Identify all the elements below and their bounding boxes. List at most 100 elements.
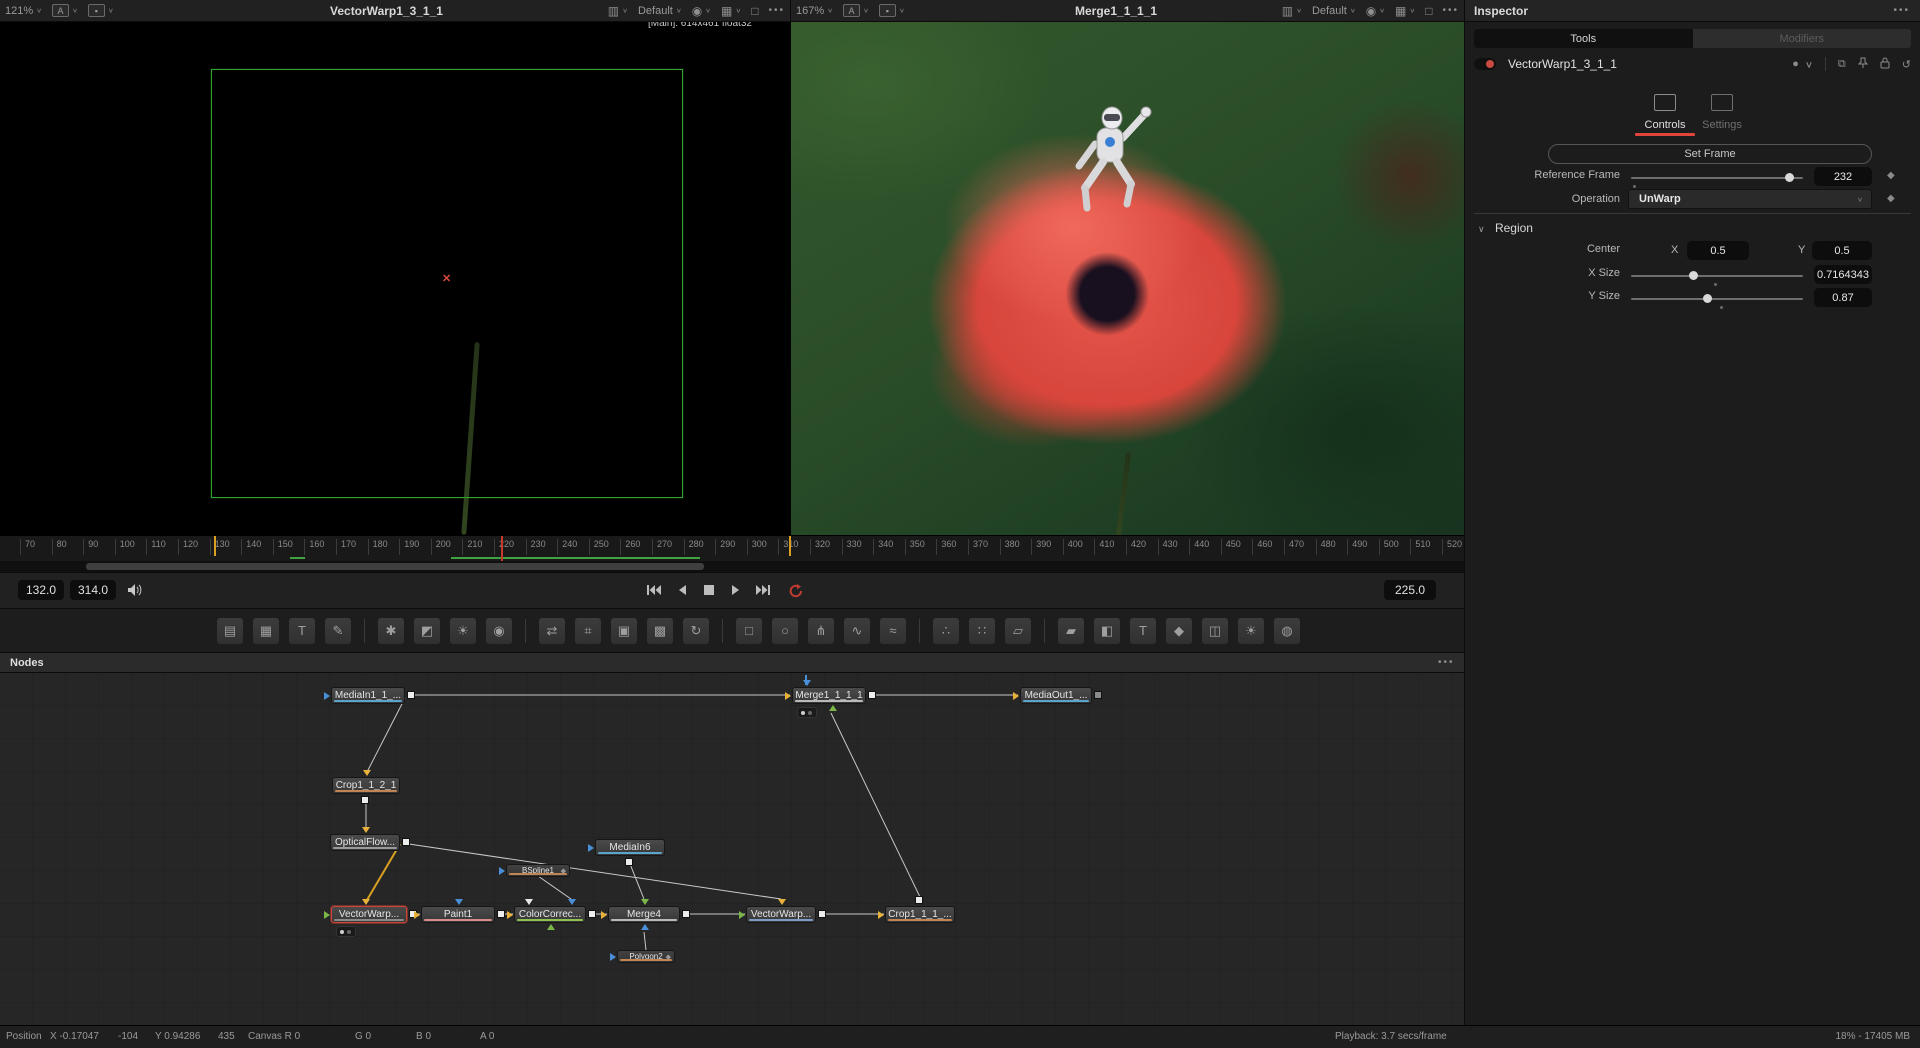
reference-frame-slider[interactable] (1631, 177, 1803, 179)
node[interactable]: Crop1_1_2_1 (332, 777, 400, 794)
output-port[interactable] (868, 691, 876, 699)
node[interactable]: Merge4 (608, 906, 680, 923)
input-port[interactable] (601, 911, 607, 919)
background-icon[interactable]: ▦ (253, 618, 279, 644)
input-port[interactable] (778, 899, 786, 905)
brightness-contrast-icon[interactable]: ☀ (450, 618, 476, 644)
merge-3d-icon[interactable]: ◆ (1166, 618, 1192, 644)
node[interactable]: MediaIn1_1_... (331, 687, 405, 704)
tab-modifiers[interactable]: Modifiers (1693, 29, 1912, 48)
current-frame-value[interactable]: 225.0 (1384, 580, 1436, 600)
media-in-icon[interactable]: ▤ (217, 618, 243, 644)
input-port[interactable] (362, 899, 370, 905)
right-viewer[interactable] (791, 22, 1464, 535)
tracker-icon[interactable]: ∴ (933, 618, 959, 644)
polygon-mask-icon[interactable]: ⋔ (808, 618, 834, 644)
step-back-button[interactable] (672, 581, 692, 599)
input-port[interactable] (641, 924, 649, 930)
node[interactable]: MediaIn6 (595, 839, 665, 856)
reset-icon[interactable]: ↺ (1902, 58, 1911, 71)
transform-icon[interactable]: ⇄ (539, 618, 565, 644)
keyframe-icon[interactable]: ◆ (1887, 170, 1895, 181)
node-graph[interactable]: MediaIn1_1_...Merge1_1_1_1MediaOut1_...C… (0, 672, 1464, 1025)
output-port[interactable] (361, 796, 369, 804)
right-frame-button[interactable]: □ (1425, 5, 1432, 17)
right-split-select[interactable]: ▥ ∨ (1282, 5, 1302, 17)
node[interactable]: BSpline1◆ (506, 864, 570, 877)
left-lut-select[interactable]: Default ∨ (638, 5, 682, 17)
node[interactable]: ColorCorrec... (514, 906, 586, 923)
input-port[interactable] (507, 911, 513, 919)
input-port[interactable] (568, 899, 576, 905)
left-color-controls-select[interactable]: ◉ ∨ (692, 5, 711, 17)
right-zoom-select[interactable]: 167% ∨ (796, 5, 833, 17)
right-channel-select[interactable]: A ∨ (843, 4, 869, 17)
node-enable-toggle[interactable] (1474, 58, 1496, 70)
output-port[interactable] (625, 858, 633, 866)
input-port[interactable] (455, 899, 463, 905)
go-to-end-button[interactable] (753, 581, 773, 599)
region-section-header[interactable]: ∨ Region (1478, 221, 1533, 235)
input-port[interactable] (499, 867, 505, 875)
spotlight-3d-icon[interactable]: ☀ (1238, 618, 1264, 644)
color-gain-icon[interactable]: ◉ (486, 618, 512, 644)
resize-icon[interactable]: ⌗ (575, 618, 601, 644)
node[interactable]: VectorWarp... (331, 906, 407, 923)
input-port[interactable] (641, 899, 649, 905)
loop-icon[interactable]: ↻ (683, 618, 709, 644)
lock-icon[interactable] (1880, 57, 1890, 72)
pin-icon[interactable] (1858, 57, 1868, 72)
left-split-select[interactable]: ▥ ∨ (608, 5, 628, 17)
center-x-value[interactable]: 0.5 (1687, 241, 1749, 260)
input-port[interactable] (785, 692, 791, 700)
loop-playback-button[interactable] (786, 581, 806, 599)
renderer-3d-icon[interactable]: ◍ (1274, 618, 1300, 644)
playhead[interactable] (501, 536, 503, 561)
right-viewer-options-menu[interactable]: ••• (1442, 5, 1459, 16)
bspline-mask-icon[interactable]: ∿ (844, 618, 870, 644)
output-port[interactable] (915, 896, 923, 904)
left-zoom-select[interactable]: 121% ∨ (5, 5, 42, 17)
slider-handle[interactable] (1785, 173, 1794, 182)
text-3d-icon[interactable]: T (1130, 618, 1156, 644)
slider-handle[interactable] (1703, 294, 1712, 303)
nodes-options-menu[interactable]: ••• (1438, 657, 1455, 668)
planar-tracker-icon[interactable]: ▱ (1005, 618, 1031, 644)
left-viewer[interactable]: ✕ [Main]: 614x461 float32 (0, 22, 789, 535)
right-fill-select[interactable]: ▪ ∨ (879, 4, 905, 17)
node[interactable]: Merge1_1_1_1 (792, 687, 866, 704)
keyframe-icon[interactable]: ◆ (1887, 193, 1895, 204)
stop-button[interactable] (699, 581, 719, 599)
magic-mask-icon[interactable]: ≈ (880, 618, 906, 644)
shape-3d-icon[interactable]: ◧ (1094, 618, 1120, 644)
input-port[interactable] (414, 911, 420, 919)
blur-icon[interactable]: ✱ (378, 618, 404, 644)
scrollbar-handle[interactable] (86, 563, 704, 570)
layers-icon[interactable]: ▣ (611, 618, 637, 644)
output-port[interactable] (1094, 691, 1102, 699)
input-port[interactable] (1013, 692, 1019, 700)
copy-icon[interactable]: ⧉ (1838, 58, 1846, 71)
y-size-slider[interactable] (1631, 298, 1803, 300)
output-port[interactable] (402, 838, 410, 846)
tab-tools[interactable]: Tools (1474, 29, 1693, 48)
center-y-value[interactable]: 0.5 (1812, 241, 1872, 260)
operation-dropdown[interactable]: UnWarp ∨ (1628, 189, 1872, 209)
left-channel-select[interactable]: A ∨ (52, 4, 78, 17)
node[interactable]: Paint1 (421, 906, 495, 923)
set-frame-button[interactable]: Set Frame (1548, 144, 1872, 164)
particle-system-icon[interactable]: ∷ (969, 618, 995, 644)
input-port[interactable] (588, 844, 594, 852)
left-fill-select[interactable]: ▪ ∨ (88, 4, 114, 17)
rectangle-mask-icon[interactable]: □ (736, 618, 762, 644)
image-plane-3d-icon[interactable]: ▰ (1058, 618, 1084, 644)
input-port[interactable] (525, 899, 533, 905)
left-grid-select[interactable]: ▦ ∨ (721, 5, 741, 17)
left-viewer-options-menu[interactable]: ••• (768, 5, 785, 16)
render-start-value[interactable]: 132.0 (18, 580, 64, 600)
input-port[interactable] (739, 911, 745, 919)
color-curves-icon[interactable]: ◩ (414, 618, 440, 644)
output-port[interactable] (588, 910, 596, 918)
input-port[interactable] (324, 911, 330, 919)
slider-handle[interactable] (1689, 271, 1698, 280)
